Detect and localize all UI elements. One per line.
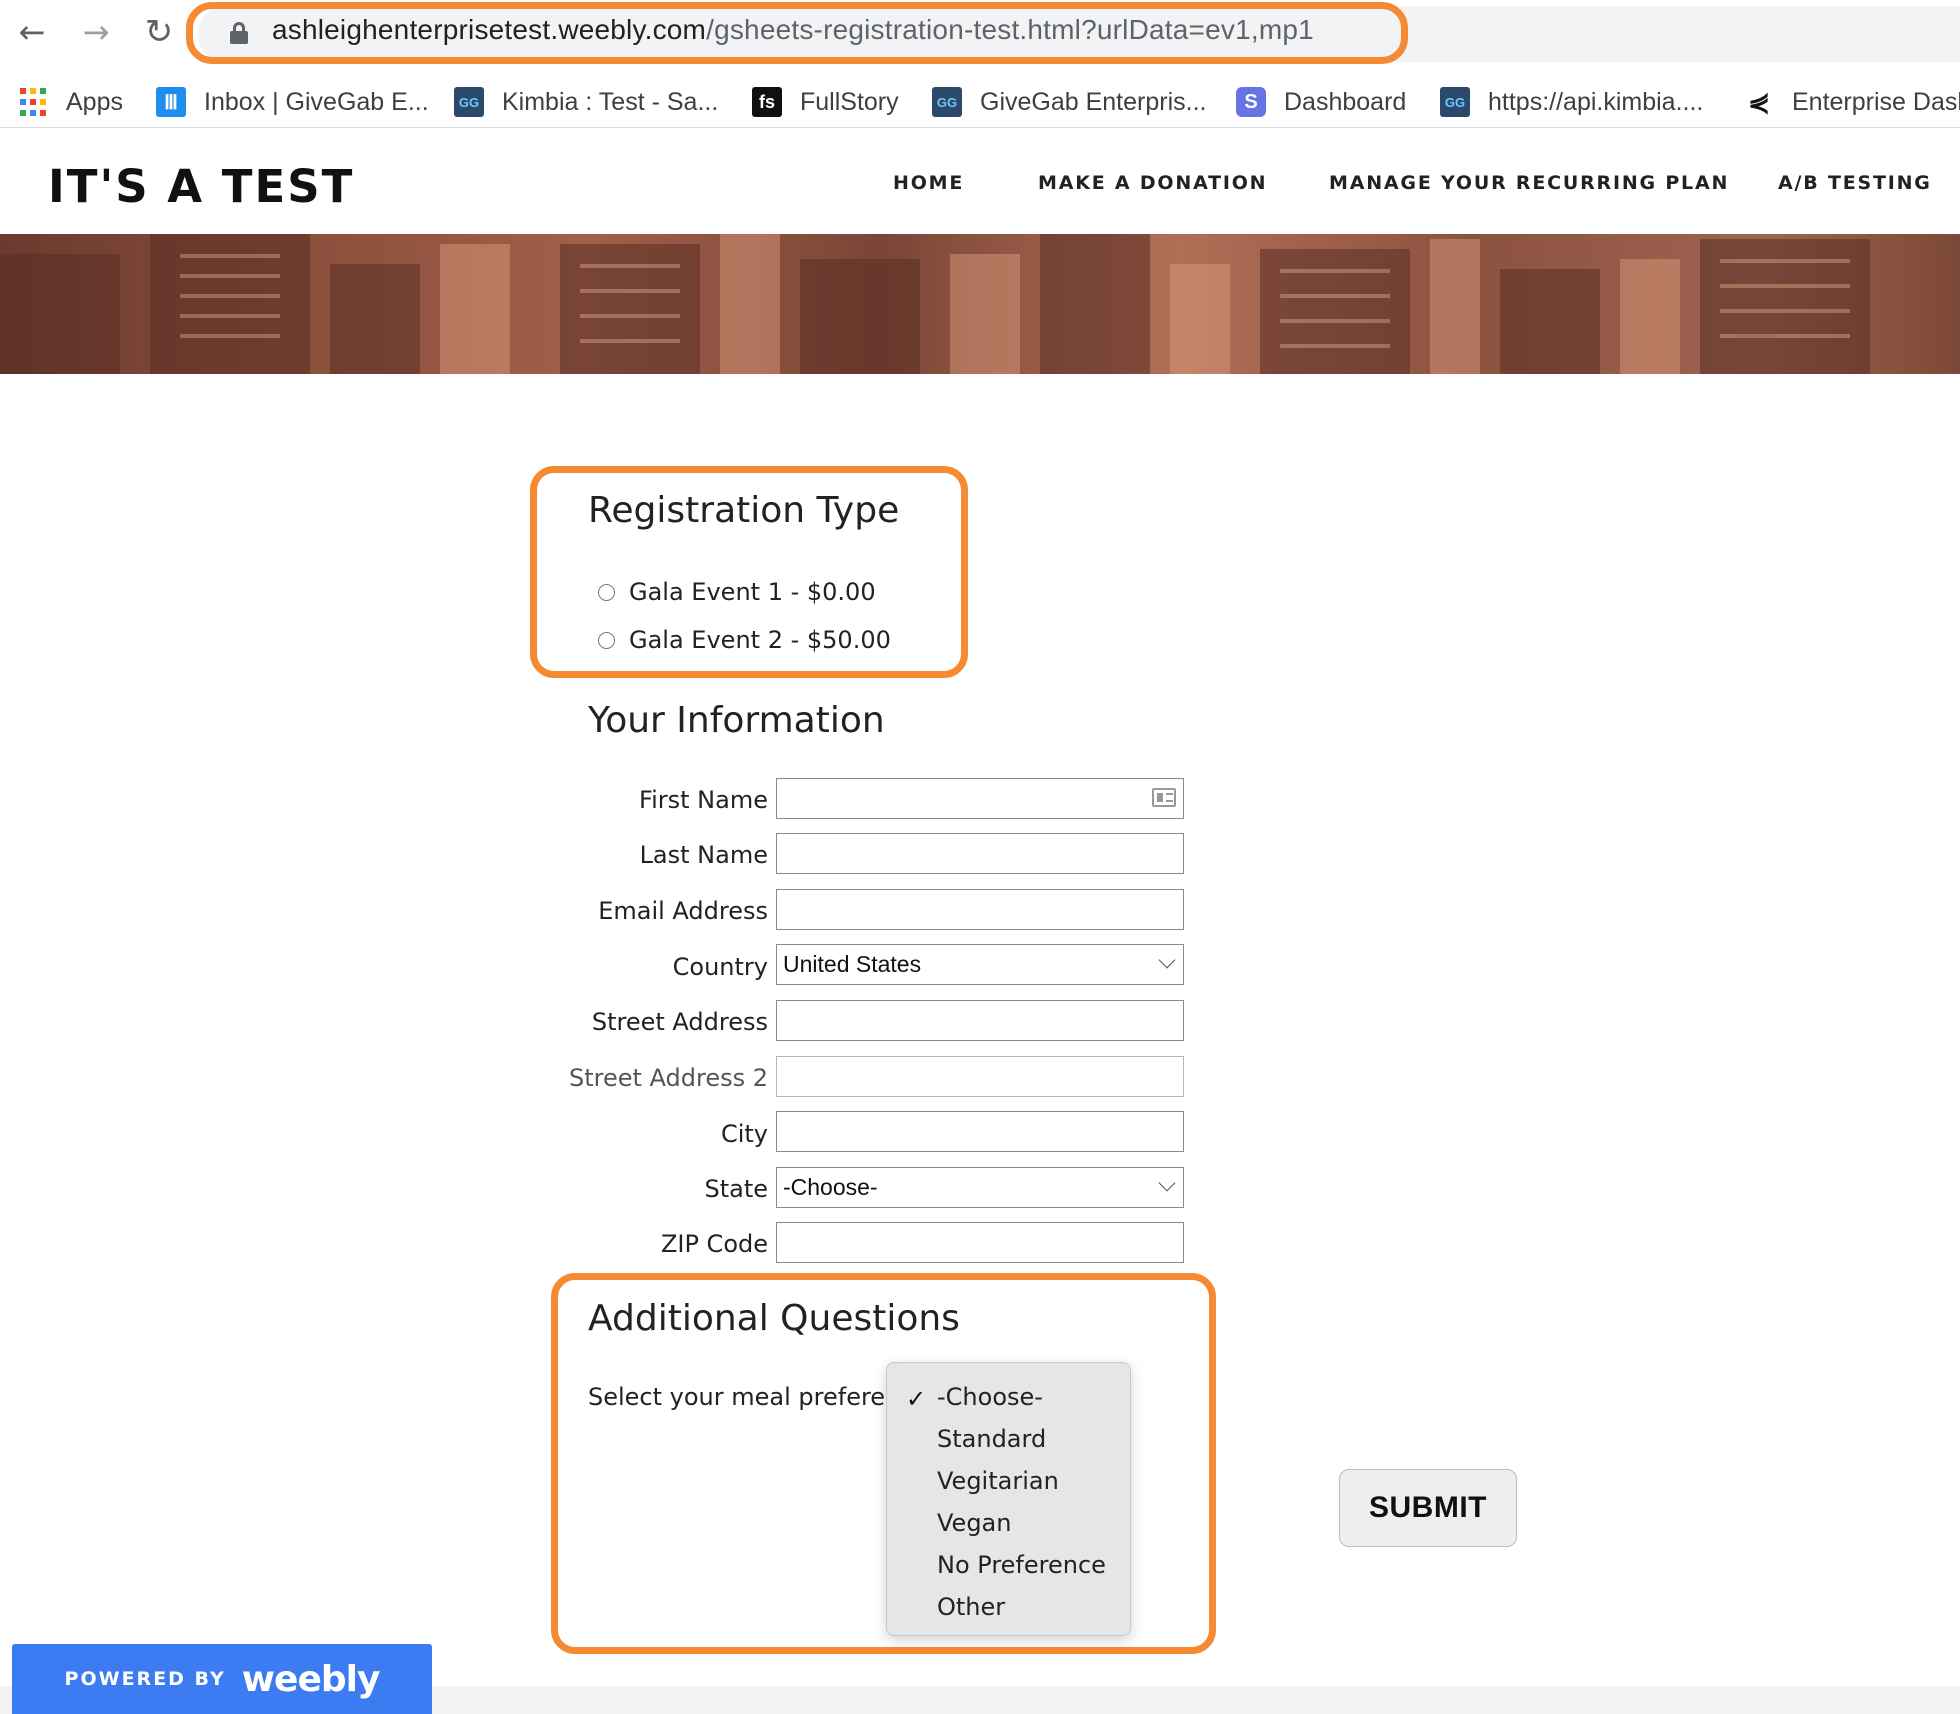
nav-make-donation[interactable]: MAKE A DONATION <box>1038 172 1267 194</box>
city-label: City <box>720 1120 768 1148</box>
city-input[interactable] <box>776 1111 1184 1152</box>
radio-button[interactable] <box>598 583 615 601</box>
registration-type-heading: Registration Type <box>588 490 900 531</box>
nav-home[interactable]: HOME <box>893 172 964 194</box>
radio-gala-event-2[interactable]: Gala Event 2 - $50.00 <box>598 626 891 654</box>
last-name-label: Last Name <box>639 841 768 869</box>
email-address-input[interactable] <box>776 889 1184 930</box>
your-information-heading: Your Information <box>588 700 885 741</box>
radio-label: Gala Event 1 - $0.00 <box>629 578 876 606</box>
chevron-down-icon <box>1158 951 1176 969</box>
meal-preference-label: Select your meal preference <box>588 1383 890 1411</box>
powered-by-weebly-badge[interactable]: POWERED BY weebly <box>12 1644 432 1714</box>
bookmarks-bar: Apps Ⅲ Inbox | GiveGab E... GG Kimbia : … <box>0 80 1960 128</box>
intercom-icon: Ⅲ <box>156 87 186 117</box>
bookmark-apps[interactable]: Apps <box>18 84 123 120</box>
apps-grid-icon <box>18 87 48 117</box>
meal-preference-dropdown[interactable]: ✓ -Choose- Standard Vegitarian Vegan No … <box>886 1362 1131 1636</box>
bookmark-label: FullStory <box>800 87 899 116</box>
chevron-down-icon <box>1158 1174 1176 1192</box>
bookmark-dashboard[interactable]: S Dashboard <box>1236 84 1406 120</box>
bookmark-label: https://api.kimbia.... <box>1488 87 1704 116</box>
forward-arrow-icon[interactable]: → <box>76 12 116 52</box>
site-header: IT'S A TEST HOME MAKE A DONATION MANAGE … <box>0 130 1960 234</box>
browser-toolbar: ← → ↻ ashleighenterprisetest.weebly.com/… <box>0 0 1960 68</box>
powered-by-text: POWERED BY <box>64 1668 226 1690</box>
street-address-2-label: Street Address 2 <box>568 1064 768 1092</box>
radio-label: Gala Event 2 - $50.00 <box>629 626 891 654</box>
street-address-label: Street Address <box>591 1008 768 1036</box>
zip-code-input[interactable] <box>776 1222 1184 1263</box>
first-name-label: First Name <box>639 786 768 814</box>
country-selected-value: United States <box>783 951 922 977</box>
street-address-input[interactable] <box>776 1000 1184 1041</box>
bookmark-label: GiveGab Enterpris... <box>980 87 1207 116</box>
radio-gala-event-1[interactable]: Gala Event 1 - $0.00 <box>598 578 876 606</box>
site-title[interactable]: IT'S A TEST <box>48 160 354 213</box>
enterprise-icon: ⋞ <box>1748 86 1770 117</box>
street-address-2-input[interactable] <box>776 1056 1184 1097</box>
state-select[interactable]: -Choose- <box>776 1167 1184 1208</box>
stripe-icon: S <box>1236 87 1266 117</box>
submit-button[interactable]: SUBMIT <box>1339 1469 1517 1547</box>
bookmark-label: Inbox | GiveGab E... <box>204 87 429 116</box>
back-arrow-icon[interactable]: ← <box>12 12 52 52</box>
bookmark-inbox-givegab[interactable]: Ⅲ Inbox | GiveGab E... <box>156 84 429 120</box>
radio-button[interactable] <box>598 631 615 649</box>
bookmark-givegab-enterprise[interactable]: GG GiveGab Enterpris... <box>932 84 1206 120</box>
checkmark-icon: ✓ <box>906 1385 927 1413</box>
nav-manage-recurring-plan[interactable]: MANAGE YOUR RECURRING PLAN <box>1329 172 1729 194</box>
bookmark-label: Dashboard <box>1284 87 1407 116</box>
contact-card-icon[interactable] <box>1152 788 1176 807</box>
bookmark-label: Kimbia : Test - Sa... <box>502 87 719 116</box>
city-banner-image <box>0 234 1960 374</box>
bookmark-kimbia-test[interactable]: GG Kimbia : Test - Sa... <box>454 84 718 120</box>
meal-option-vegitarian[interactable]: Vegitarian <box>937 1467 1059 1495</box>
nav-ab-testing[interactable]: A/B TESTING <box>1778 172 1932 194</box>
weebly-logo: weebly <box>241 1658 381 1700</box>
bookmark-fullstory[interactable]: fs FullStory <box>752 84 899 120</box>
city-buildings-graphic <box>0 234 1870 374</box>
givegab-icon: GG <box>932 87 962 117</box>
givegab-icon: GG <box>454 87 484 117</box>
state-label: State <box>704 1175 768 1203</box>
bookmark-enterprise-dash[interactable]: ⋞ Enterprise Dash <box>1744 84 1960 120</box>
fullstory-icon: fs <box>752 87 782 117</box>
country-select[interactable]: United States <box>776 944 1184 985</box>
meal-option-standard[interactable]: Standard <box>937 1425 1046 1453</box>
url-highlight-annotation <box>186 2 1408 64</box>
meal-option-other[interactable]: Other <box>937 1593 1005 1621</box>
givegab-icon: GG <box>1440 87 1470 117</box>
state-selected-value: -Choose- <box>783 1174 878 1200</box>
last-name-input[interactable] <box>776 833 1184 874</box>
additional-questions-heading: Additional Questions <box>588 1298 960 1339</box>
meal-option-no-preference[interactable]: No Preference <box>937 1551 1106 1579</box>
bookmark-api-kimbia[interactable]: GG https://api.kimbia.... <box>1440 84 1703 120</box>
meal-option-vegan[interactable]: Vegan <box>937 1509 1011 1537</box>
meal-option-choose[interactable]: -Choose- <box>937 1383 1043 1411</box>
email-address-label: Email Address <box>598 897 768 925</box>
first-name-input[interactable] <box>776 778 1184 819</box>
bookmark-label: Apps <box>66 87 123 116</box>
reload-icon[interactable]: ↻ <box>139 12 179 52</box>
zip-code-label: ZIP Code <box>660 1230 768 1258</box>
bookmark-label: Enterprise Dash <box>1792 87 1960 116</box>
country-label: Country <box>672 953 768 981</box>
